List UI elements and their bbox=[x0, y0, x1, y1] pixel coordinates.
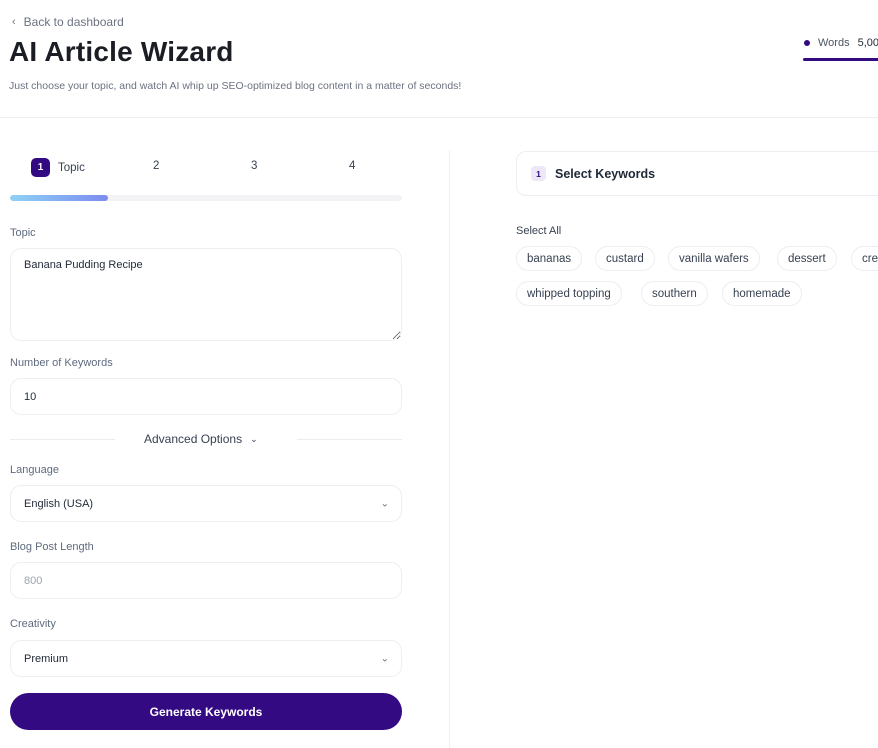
page-title: AI Article Wizard bbox=[9, 36, 234, 67]
language-label: Language bbox=[10, 464, 59, 476]
step-2-number: 2 bbox=[153, 160, 160, 172]
topic-textarea[interactable]: Banana Pudding Recipe bbox=[10, 248, 402, 341]
header-divider bbox=[0, 117, 878, 118]
step-1-topic[interactable]: 1 Topic bbox=[31, 158, 85, 177]
step-4[interactable]: 4 bbox=[349, 160, 355, 172]
column-divider bbox=[449, 150, 450, 748]
keyword-chip[interactable]: homemade bbox=[722, 281, 802, 306]
back-link-label: Back to dashboard bbox=[23, 15, 124, 29]
language-value: English (USA) bbox=[24, 497, 94, 510]
advanced-options-row: Advanced Options ⌄ bbox=[10, 431, 402, 449]
select-keywords-card: 1 Select Keywords bbox=[516, 151, 878, 196]
words-usage-bar bbox=[803, 58, 878, 61]
keyword-chip[interactable]: vanilla wafers bbox=[668, 246, 760, 271]
chevron-down-icon: ⌄ bbox=[250, 433, 258, 444]
words-usage-widget: Words 5,00 bbox=[804, 37, 878, 49]
words-label: Words bbox=[818, 37, 850, 49]
topic-label: Topic bbox=[10, 227, 36, 239]
advanced-options-label: Advanced Options bbox=[144, 432, 243, 446]
keyword-chip[interactable]: whipped topping bbox=[516, 281, 622, 306]
length-input[interactable] bbox=[10, 562, 402, 599]
length-label: Blog Post Length bbox=[10, 541, 94, 553]
generate-keywords-button[interactable]: Generate Keywords bbox=[10, 693, 402, 730]
step-number-badge: 1 bbox=[531, 166, 546, 181]
language-select[interactable]: English (USA) ⌄ bbox=[10, 485, 402, 522]
wizard-steps: 1 Topic 2 3 4 bbox=[10, 158, 402, 178]
keyword-chip[interactable]: southern bbox=[641, 281, 708, 306]
advanced-options-toggle[interactable]: Advanced Options ⌄ bbox=[144, 432, 258, 446]
status-dot-icon bbox=[804, 40, 810, 46]
step-3-number: 3 bbox=[251, 160, 258, 172]
step-2[interactable]: 2 bbox=[153, 160, 159, 172]
back-to-dashboard-link[interactable]: ‹ Back to dashboard bbox=[12, 15, 124, 29]
keyword-chip[interactable]: dessert bbox=[777, 246, 837, 271]
divider-line bbox=[297, 439, 402, 440]
words-value: 5,00 bbox=[857, 37, 878, 49]
page-subtitle: Just choose your topic, and watch AI whi… bbox=[9, 80, 462, 92]
step-3[interactable]: 3 bbox=[251, 160, 257, 172]
select-keywords-title: Select Keywords bbox=[555, 166, 656, 181]
keyword-chip[interactable]: cre bbox=[851, 246, 878, 271]
wizard-progress-fill bbox=[10, 195, 108, 201]
chevron-down-icon: ⌄ bbox=[380, 498, 389, 509]
keywords-count-label: Number of Keywords bbox=[10, 357, 113, 369]
wizard-progress-bar bbox=[10, 195, 402, 201]
chevron-left-icon: ‹ bbox=[12, 16, 16, 28]
creativity-value: Premium bbox=[24, 652, 69, 665]
step-1-label: Topic bbox=[58, 161, 85, 174]
creativity-label: Creativity bbox=[10, 618, 56, 630]
creativity-select[interactable]: Premium ⌄ bbox=[10, 640, 402, 677]
divider-line bbox=[10, 439, 115, 440]
keyword-chip[interactable]: bananas bbox=[516, 246, 583, 271]
keyword-chip[interactable]: custard bbox=[595, 246, 655, 271]
chevron-down-icon: ⌄ bbox=[380, 653, 389, 664]
step-4-number: 4 bbox=[349, 160, 356, 172]
select-all-button[interactable]: Select All bbox=[516, 225, 561, 237]
keywords-count-input[interactable] bbox=[10, 378, 402, 415]
step-1-badge: 1 bbox=[31, 158, 50, 177]
